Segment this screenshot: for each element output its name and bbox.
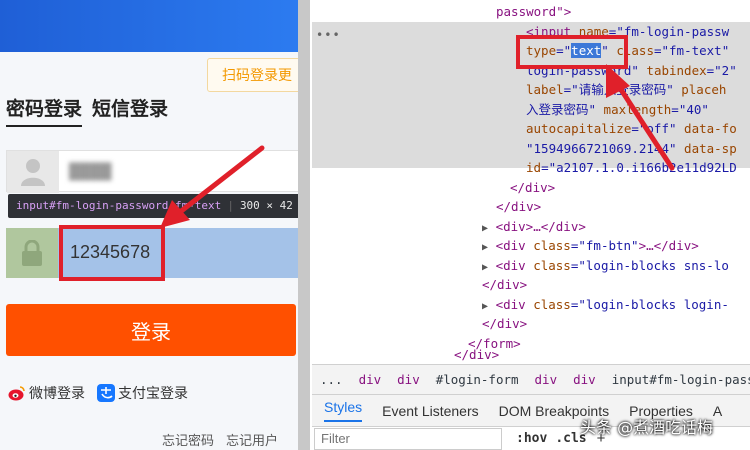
code-token: ="a2107.1.0.i1 <box>541 160 647 175</box>
code-token: tabindex <box>638 63 707 78</box>
type-attr-highlight-box <box>516 35 628 69</box>
qr-login-tip[interactable]: 扫码登录更 <box>207 58 298 92</box>
breadcrumb-item[interactable]: ... <box>320 372 343 387</box>
tab-sms-login[interactable]: 短信登录 <box>92 94 168 127</box>
expand-triangle-icon[interactable]: ▶ <box>482 262 488 273</box>
styles-filter-input[interactable] <box>314 427 502 450</box>
username-field[interactable]: ████ <box>6 150 298 193</box>
lock-icon <box>6 228 58 278</box>
code-line: </div> <box>510 180 556 195</box>
password-highlight-box <box>59 225 165 281</box>
code-line: </div> <box>454 347 500 362</box>
login-panel: 扫码登录更 密码登录 短信登录 ████ 登录 微博登录 支付宝登录 忘记密码 … <box>0 0 298 450</box>
tab-styles[interactable]: Styles <box>324 399 363 422</box>
code-line: </div> <box>496 199 542 214</box>
code-token: data-sp <box>676 141 737 156</box>
alipay-icon <box>97 384 115 402</box>
code-token: id <box>526 160 542 175</box>
tab-password-login[interactable]: 密码登录 <box>6 94 83 127</box>
breadcrumb-item[interactable]: #login-form <box>436 372 519 387</box>
forgot-user-link[interactable]: 忘记用户 <box>226 430 278 449</box>
code-token: maxlength <box>596 102 672 117</box>
code-token: data-fo <box>676 121 737 136</box>
code-token: >…</div> <box>638 238 699 253</box>
code-line: </div> <box>482 316 528 331</box>
tab-event-listeners[interactable]: Event Listeners <box>382 403 479 419</box>
tooltip-size: 300 × 42 <box>239 199 293 212</box>
code-token: ="login-blocks login- <box>570 297 729 312</box>
tooltip-selector: input#fm-login-password.fm-text <box>16 199 222 212</box>
code-token: autocapitalize <box>526 121 632 136</box>
forgot-links: 忘记密码 忘记用户 <box>162 430 278 449</box>
code-line: password"> <box>496 4 572 19</box>
watermark: 头条 @煮酒吃话梅 <box>580 418 714 437</box>
breadcrumb-item[interactable]: div <box>535 372 558 387</box>
code-token: <div <box>495 297 534 312</box>
code-line: </div> <box>482 277 528 292</box>
breadcrumb-item[interactable]: div <box>359 372 382 387</box>
breadcrumb-item[interactable]: div <box>397 372 420 387</box>
login-button[interactable]: 登录 <box>6 304 296 356</box>
code-line[interactable]: <div>…</div> <box>496 219 586 234</box>
social-logins: 微博登录 支付宝登录 <box>8 383 188 403</box>
alipay-login-label: 支付宝登录 <box>118 386 188 402</box>
user-icon <box>7 151 59 193</box>
code-token: ="请输入登录密码" <box>563 82 674 97</box>
code-token: label <box>526 82 564 97</box>
code-token: placeh <box>673 82 727 97</box>
username-value: ████ <box>69 163 112 180</box>
code-token: ="2" <box>706 63 737 78</box>
elements-tree: ••• password"> <input name="fm-login-pas… <box>312 0 750 362</box>
code-token: class <box>533 238 571 253</box>
devtools-panel: ••• password"> <input name="fm-login-pas… <box>312 0 750 450</box>
element-inspect-tooltip: input#fm-login-password.fm-text | 300 × 42 <box>8 194 298 218</box>
code-token: <div <box>495 238 534 253</box>
code-token: ="fm-text" <box>653 43 730 58</box>
code-token: class <box>533 258 571 273</box>
node-menu-dots[interactable]: ••• <box>316 26 341 46</box>
code-token: ="off" <box>631 121 677 136</box>
top-banner <box>0 0 298 52</box>
code-token: ="40" <box>671 102 709 117</box>
expand-triangle-icon[interactable]: ▶ <box>482 242 488 253</box>
weibo-login[interactable]: 微博登录 <box>8 383 85 403</box>
code-token: "1594966721069.2144" <box>526 141 677 156</box>
alipay-login[interactable]: 支付宝登录 <box>97 383 188 403</box>
code-token: 入登录密码" <box>526 102 597 117</box>
weibo-icon <box>8 386 25 401</box>
forgot-password-link[interactable]: 忘记密码 <box>162 430 214 449</box>
breadcrumb: ... div div #login-form div div input#fm… <box>312 364 750 394</box>
code-token: class <box>533 297 571 312</box>
code-token: <div <box>495 258 534 273</box>
breadcrumb-item[interactable]: input#fm-login-passwo <box>612 372 750 387</box>
code-token: 66b2e11d92LD <box>646 160 737 175</box>
expand-triangle-icon[interactable]: ▶ <box>482 301 488 312</box>
page-scrollbar[interactable] <box>298 0 310 450</box>
breadcrumb-item[interactable]: div <box>573 372 596 387</box>
code-token: ="fm-btn" <box>570 238 639 253</box>
code-token: ="login-blocks sns-lo <box>570 258 729 273</box>
login-tabs: 密码登录 短信登录 <box>6 94 168 127</box>
tab-accessibility[interactable]: A <box>713 403 722 419</box>
expand-triangle-icon[interactable]: ▶ <box>482 223 488 234</box>
hover-state-toggle[interactable]: :hov <box>516 431 547 446</box>
weibo-login-label: 微博登录 <box>29 386 85 402</box>
